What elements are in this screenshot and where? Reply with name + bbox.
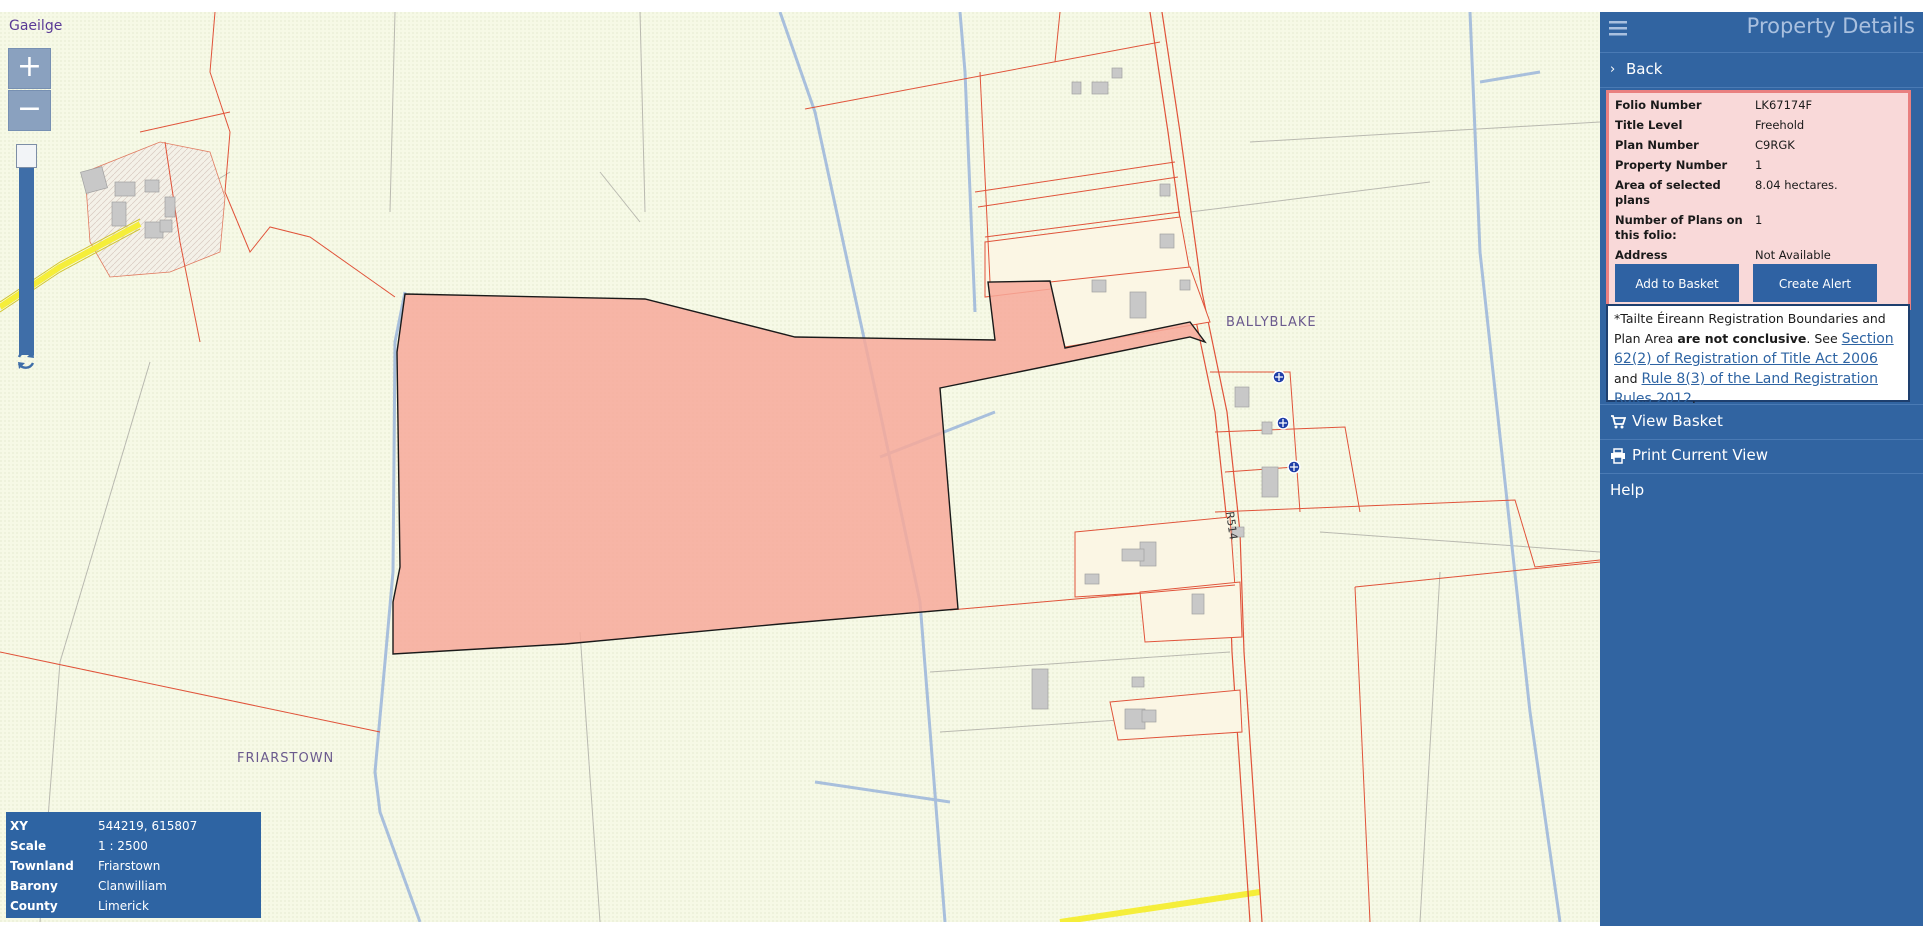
panel-header: Property Details — [1600, 12, 1923, 52]
map-layer[interactable]: R514 — [0, 12, 1600, 922]
info-value: Friarstown — [98, 859, 161, 873]
property-details-panel: Property Details › Back Folio Number LK67… — [1600, 12, 1923, 926]
view-basket-item[interactable]: View Basket — [1600, 404, 1923, 440]
disclaimer-text: . See — [1806, 331, 1842, 346]
info-label: Barony — [10, 879, 58, 893]
zoom-slider-track[interactable] — [19, 155, 34, 355]
back-label: Back — [1626, 60, 1663, 78]
detail-value: C9RGK — [1755, 138, 1795, 152]
info-row-scale: Scale 1 : 2500 — [10, 836, 197, 856]
panel-title: Property Details — [1746, 14, 1915, 38]
top-strip — [0, 0, 1923, 12]
detail-label: Number of Plans on this folio: — [1615, 213, 1743, 242]
disclaimer-text: and — [1614, 371, 1642, 386]
detail-row-plan-number: Plan Number C9RGK — [1615, 138, 1838, 158]
detail-label: Area of selected plans — [1615, 178, 1721, 207]
refresh-icon[interactable] — [14, 348, 38, 372]
create-alert-button[interactable]: Create Alert — [1753, 264, 1877, 302]
add-to-basket-button[interactable]: Add to Basket — [1615, 264, 1739, 302]
marker-icon — [1287, 460, 1301, 474]
detail-row-title-level: Title Level Freehold — [1615, 118, 1838, 138]
disclaimer-bold-text: are not conclusive — [1677, 331, 1807, 346]
printer-icon — [1611, 448, 1625, 464]
print-view-label: Print Current View — [1632, 446, 1768, 464]
townland-label-friarstown: FRIARSTOWN — [237, 751, 335, 766]
detail-label: Property Number — [1615, 158, 1728, 172]
townland-label-ballyblake: BALLYBLAKE — [1226, 315, 1317, 330]
help-label: Help — [1610, 481, 1645, 499]
detail-value: 1 — [1755, 158, 1763, 172]
hamburger-menu-icon[interactable] — [1608, 18, 1628, 38]
info-row-townland: Townland Friarstown — [10, 856, 197, 876]
info-row-county: County Limerick — [10, 896, 197, 916]
zoom-slider-handle[interactable] — [16, 144, 37, 168]
location-info-box: XY 544219, 615807 Scale 1 : 2500 Townland F… — [6, 812, 261, 918]
info-value: Clanwilliam — [98, 879, 167, 893]
info-value: 1 : 2500 — [98, 839, 148, 853]
detail-label: Title Level — [1615, 118, 1683, 132]
shopping-cart-icon — [1611, 415, 1626, 429]
chevron-right-icon: › — [1610, 62, 1616, 77]
marker-icon — [1272, 370, 1286, 384]
info-label: XY — [10, 819, 28, 833]
disclaimer-box: *Tailte Éireann Registration Boundaries … — [1606, 304, 1910, 407]
help-item[interactable]: Help — [1600, 474, 1923, 508]
info-label: Scale — [10, 839, 47, 853]
detail-value: LK67174F — [1755, 98, 1813, 112]
map-canvas[interactable]: R514 Gaeilge + − BALLYBLAKE FRIARSTOWN X… — [0, 12, 1600, 922]
info-row-xy: XY 544219, 615807 — [10, 816, 197, 836]
detail-value: 8.04 hectares. — [1755, 178, 1838, 192]
detail-row-folio: Folio Number LK67174F — [1615, 98, 1838, 118]
info-label: Townland — [10, 859, 74, 873]
detail-value: 1 — [1755, 213, 1763, 227]
zoom-out-button[interactable]: − — [8, 90, 51, 131]
info-value: Limerick — [98, 899, 149, 913]
detail-row-property-number: Property Number 1 — [1615, 158, 1838, 178]
zoom-in-button[interactable]: + — [8, 48, 51, 89]
marker-icon — [1276, 416, 1290, 430]
detail-label: Folio Number — [1615, 98, 1702, 112]
property-detail-card: Folio Number LK67174F Title Level Freehold… — [1606, 90, 1911, 310]
back-button[interactable]: › Back — [1600, 52, 1923, 88]
info-row-barony: Barony Clanwilliam — [10, 876, 197, 896]
detail-row-plan-count: Number of Plans on this folio: 1 — [1615, 213, 1838, 248]
detail-value: Freehold — [1755, 118, 1805, 132]
info-label: County — [10, 899, 58, 913]
detail-label: Plan Number — [1615, 138, 1699, 152]
language-toggle-link[interactable]: Gaeilge — [9, 18, 62, 34]
detail-row-area: Area of selected plans 8.04 hectares. — [1615, 178, 1838, 213]
info-value: 544219, 615807 — [98, 819, 198, 833]
print-current-view-item[interactable]: Print Current View — [1600, 439, 1923, 474]
rule-8-link[interactable]: Rule 8(3) of the Land Registration Rules… — [1614, 371, 1878, 407]
view-basket-label: View Basket — [1632, 412, 1723, 430]
